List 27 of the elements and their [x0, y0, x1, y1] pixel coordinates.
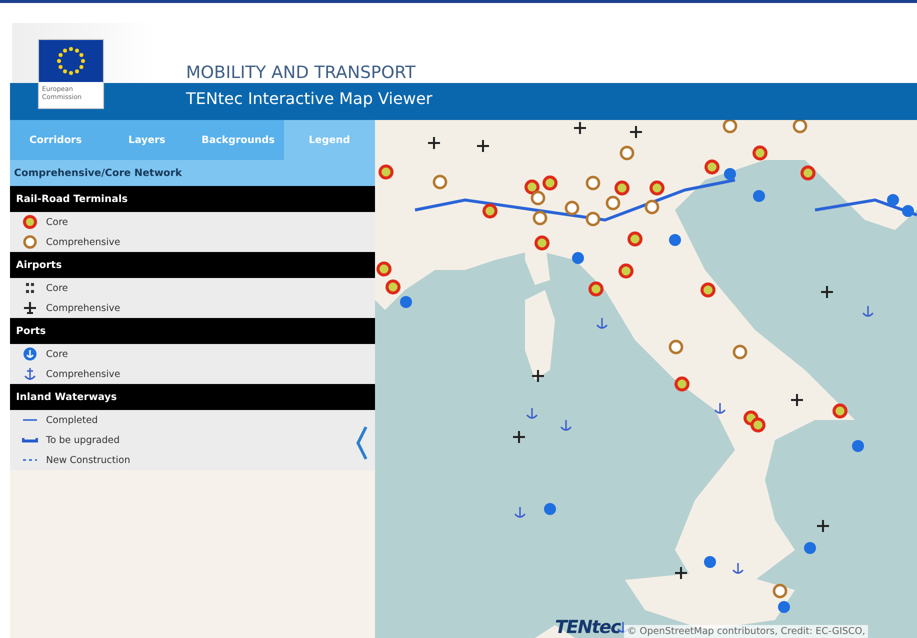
legend-label: Core [46, 282, 68, 294]
legend-section-header: Rail-Road Terminals [10, 186, 375, 212]
legend-label: Comprehensive [46, 236, 120, 248]
stars-icon [54, 44, 88, 78]
legend-label: New Construction [46, 454, 130, 466]
legend-section-header: Ports [10, 318, 375, 344]
tab[interactable]: Corridors [10, 120, 102, 160]
ring-icon [22, 235, 38, 249]
tab[interactable]: Backgrounds [192, 120, 284, 160]
legend-section-header: Airports [10, 252, 375, 278]
site-title: MOBILITY AND TRANSPORT [186, 63, 416, 83]
tab[interactable]: Layers [101, 120, 192, 160]
filled-ring-icon [22, 215, 38, 229]
map-drawing[interactable] [375, 120, 917, 638]
legend-label: Comprehensive [46, 368, 120, 380]
legend-section-header: Inland Waterways [10, 384, 375, 410]
legend-label: Completed [46, 414, 98, 426]
legend-title: Comprehensive/Core Network [10, 160, 375, 186]
brand-logo: TENtec [555, 618, 620, 638]
legend-label: Core [46, 216, 68, 228]
legend-label: Core [46, 348, 68, 360]
tab[interactable]: Legend [284, 120, 375, 160]
legend-label: Comprehensive [46, 302, 120, 314]
app-title: TENtec Interactive Map Viewer [186, 89, 432, 108]
attribution: © OpenStreetMap contributors, Credit: EC-GISCO, [624, 625, 868, 638]
collapse-chevron-button[interactable] [354, 425, 370, 461]
legend-label: To be upgraded [46, 434, 120, 446]
